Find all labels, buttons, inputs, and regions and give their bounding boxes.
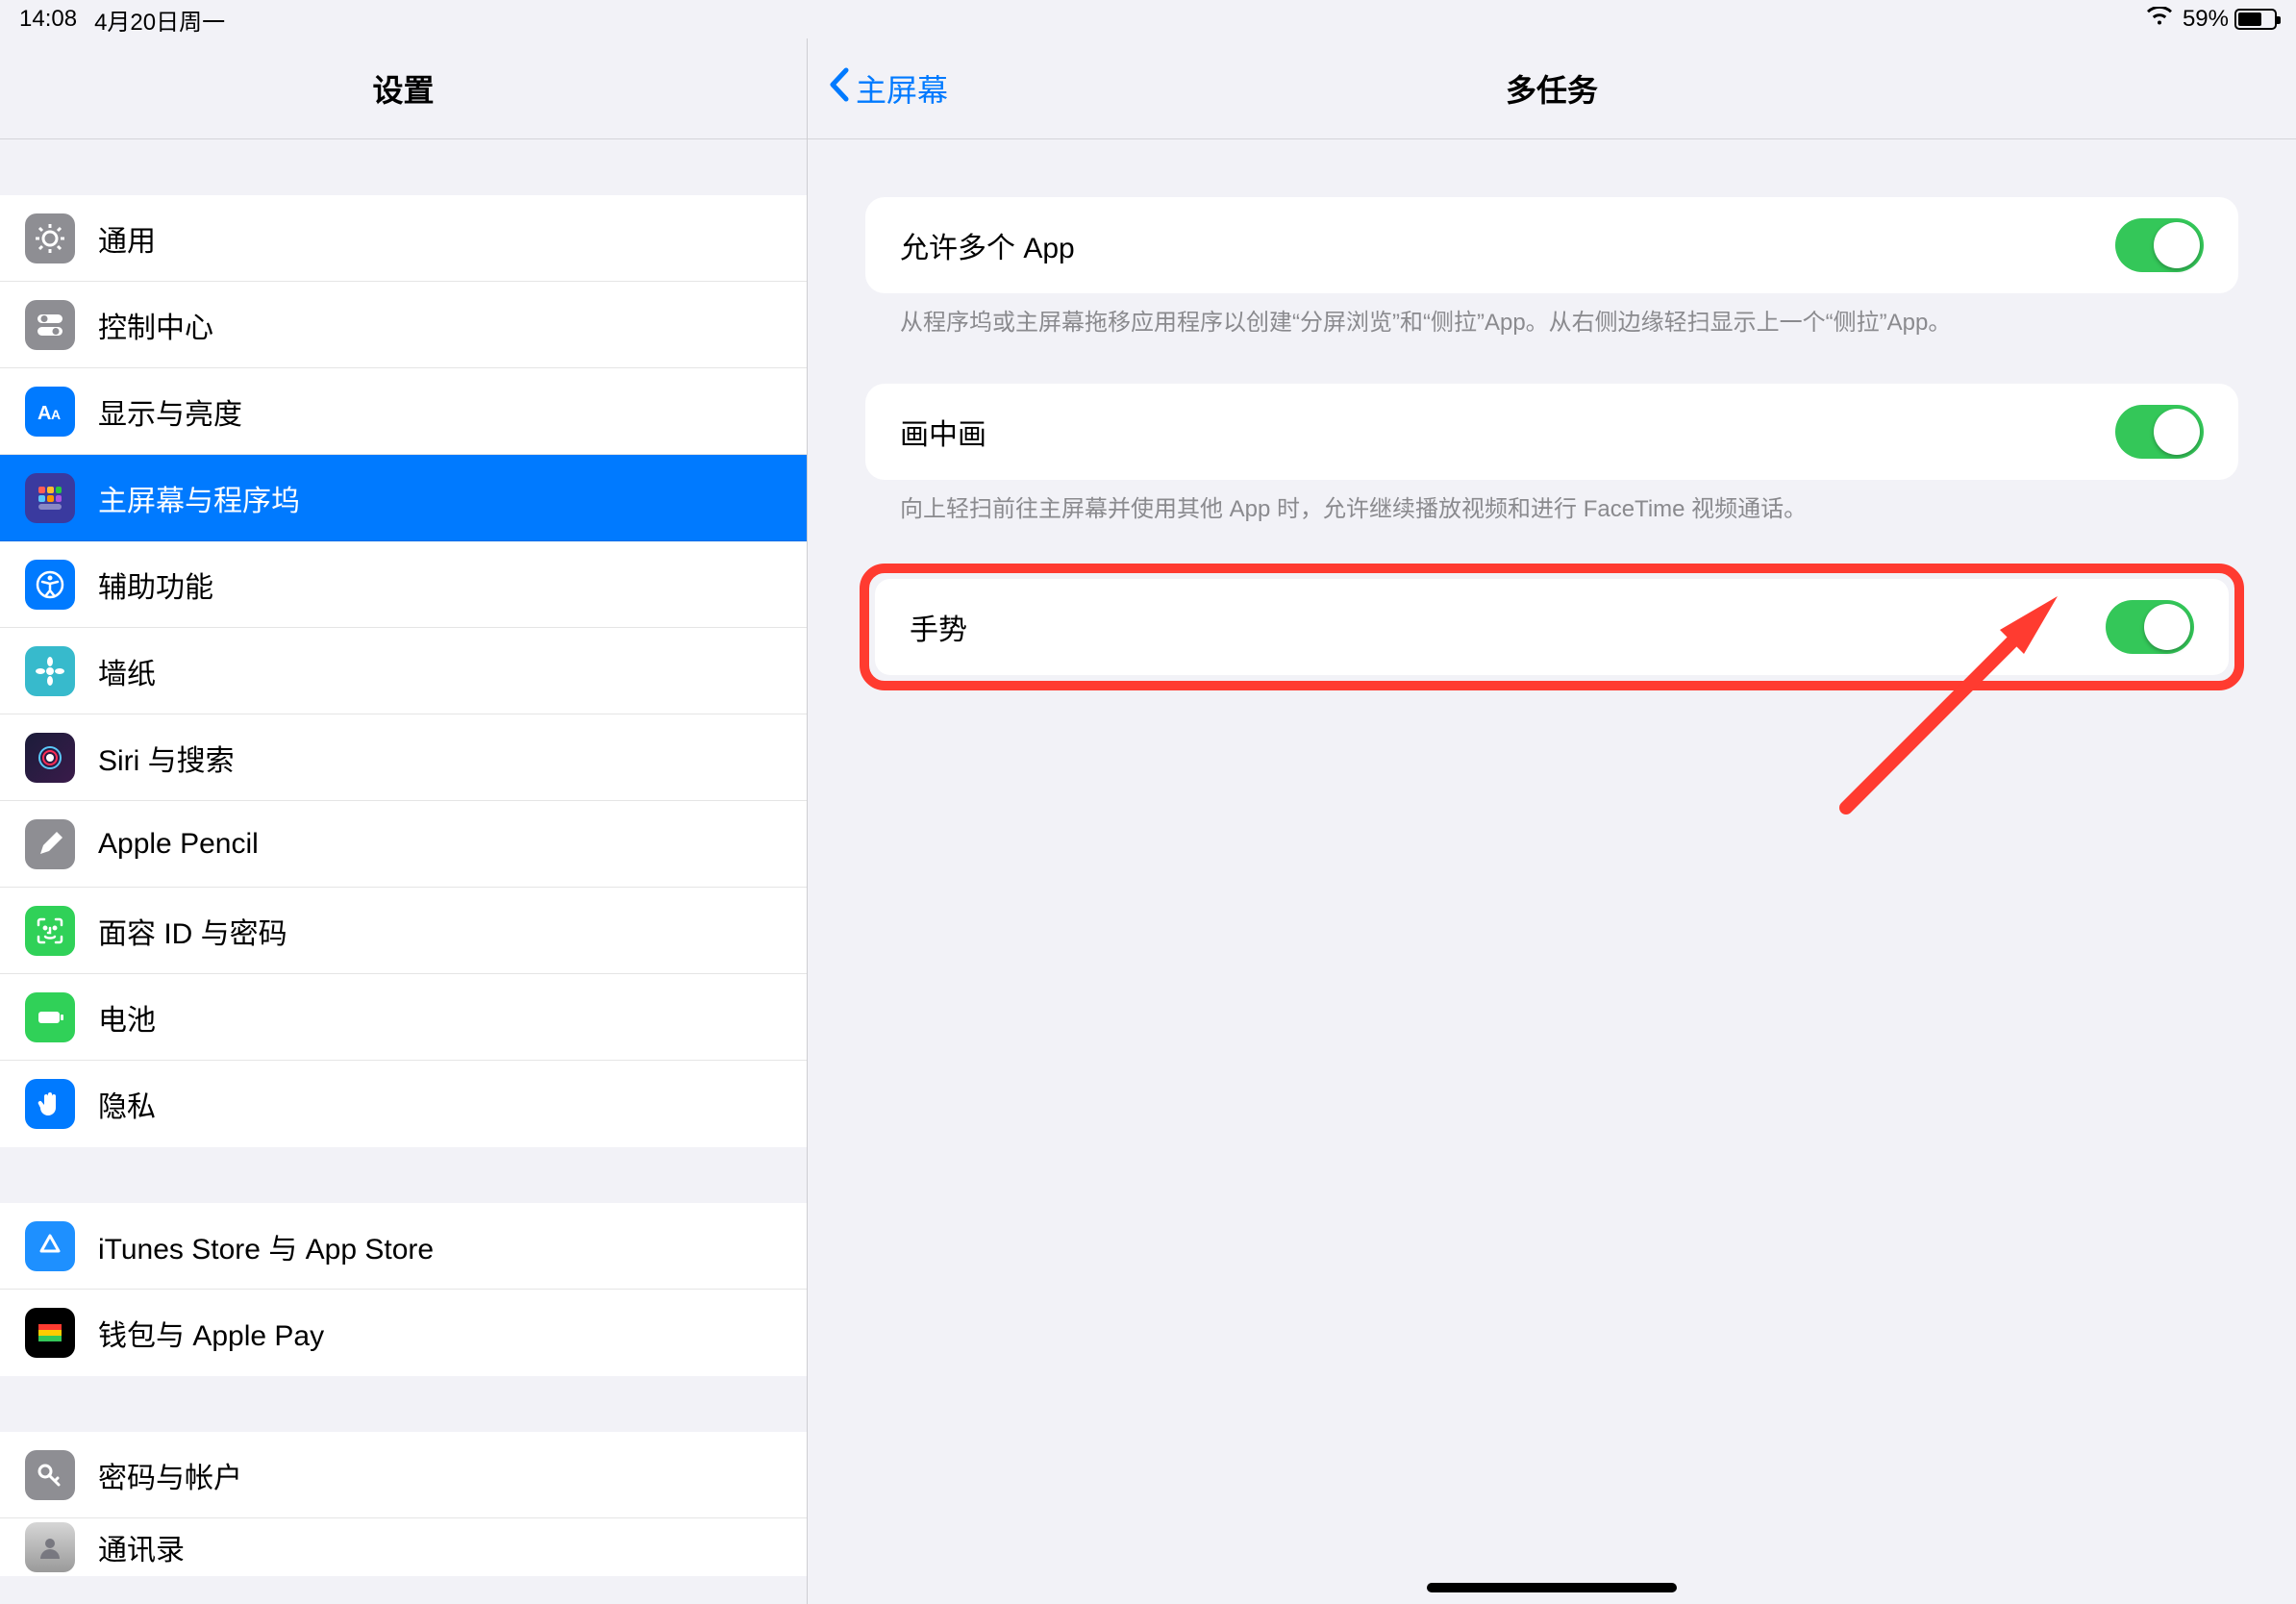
sidebar-group: iTunes Store 与 App Store 钱包与 Apple Pay bbox=[0, 1203, 807, 1376]
setting-description: 向上轻扫前往主屏幕并使用其他 App 时，允许继续播放视频和进行 FaceTim… bbox=[865, 480, 2238, 526]
sidebar-item-home-screen[interactable]: 主屏幕与程序坞 bbox=[0, 455, 807, 541]
sidebar-item-apple-pencil[interactable]: Apple Pencil bbox=[0, 801, 807, 888]
gear-icon bbox=[25, 213, 75, 263]
sidebar-item-itunes[interactable]: iTunes Store 与 App Store bbox=[0, 1203, 807, 1290]
sidebar-item-label: 钱包与 Apple Pay bbox=[98, 1312, 324, 1354]
sidebar-item-label: 通讯录 bbox=[98, 1526, 185, 1568]
setting-label: 画中画 bbox=[900, 411, 986, 453]
sidebar-item-general[interactable]: 通用 bbox=[0, 195, 807, 282]
battery-icon bbox=[25, 992, 75, 1042]
status-date: 4月20日周一 bbox=[94, 3, 225, 37]
faceid-icon bbox=[25, 906, 75, 956]
back-label: 主屏幕 bbox=[856, 66, 948, 111]
switch-on-icon bbox=[2115, 218, 2204, 272]
accessibility-icon bbox=[25, 560, 75, 610]
sidebar-item-label: 控制中心 bbox=[98, 304, 213, 346]
sidebar-item-label: 显示与亮度 bbox=[98, 390, 242, 433]
sidebar-title: 设置 bbox=[372, 66, 434, 111]
sidebar-item-label: 面容 ID 与密码 bbox=[98, 910, 287, 952]
back-button[interactable]: 主屏幕 bbox=[827, 66, 948, 111]
sidebar-item-display[interactable]: AA 显示与亮度 bbox=[0, 368, 807, 455]
sidebar-item-control-center[interactable]: 控制中心 bbox=[0, 282, 807, 368]
home-indicator[interactable] bbox=[1427, 1583, 1677, 1592]
sidebar-item-label: iTunes Store 与 App Store bbox=[98, 1225, 434, 1267]
svg-text:A: A bbox=[37, 403, 51, 424]
key-icon bbox=[25, 1450, 75, 1500]
status-time: 14:08 bbox=[19, 6, 77, 33]
switch-on-icon bbox=[2115, 405, 2204, 459]
wifi-icon bbox=[2146, 6, 2173, 33]
hand-icon bbox=[25, 1079, 75, 1129]
flower-icon bbox=[25, 646, 75, 696]
sidebar-item-label: 辅助功能 bbox=[98, 564, 213, 606]
sidebar-item-passwords[interactable]: 密码与帐户 bbox=[0, 1432, 807, 1518]
sidebar-item-wallet[interactable]: 钱包与 Apple Pay bbox=[0, 1290, 807, 1376]
sidebar-item-label: 主屏幕与程序坞 bbox=[98, 477, 300, 519]
pencil-icon bbox=[25, 819, 75, 869]
setting-description: 从程序坞或主屏幕拖移应用程序以创建“分屏浏览”和“侧拉”App。从右侧边缘轻扫显… bbox=[865, 293, 2238, 339]
setting-label: 手势 bbox=[910, 606, 967, 648]
detail-header: 主屏幕 多任务 bbox=[808, 38, 2296, 139]
sidebar-group: 通用 控制中心 AA 显示与亮度 bbox=[0, 195, 807, 1147]
sidebar-item-label: Apple Pencil bbox=[98, 828, 259, 861]
sidebar-item-label: 隐私 bbox=[98, 1083, 156, 1125]
sidebar-item-wallpaper[interactable]: 墙纸 bbox=[0, 628, 807, 714]
sidebar-item-label: 密码与帐户 bbox=[98, 1454, 242, 1496]
sidebar-item-label: 通用 bbox=[98, 217, 156, 260]
settings-sidebar: 设置 通用 控制中心 bbox=[0, 38, 808, 1604]
setting-allow-multiple-apps: 允许多个 App 从程序坞或主屏幕拖移应用程序以创建“分屏浏览”和“侧拉”App… bbox=[865, 197, 2238, 339]
sidebar-item-label: 电池 bbox=[98, 996, 156, 1039]
sidebar-item-label: Siri 与搜索 bbox=[98, 737, 235, 779]
setting-label: 允许多个 App bbox=[900, 224, 1075, 266]
sidebar-group: 密码与帐户 通讯录 bbox=[0, 1432, 807, 1576]
siri-icon bbox=[25, 733, 75, 783]
sidebar-item-contacts[interactable]: 通讯录 bbox=[0, 1518, 807, 1576]
status-bar: 14:08 4月20日周一 59% bbox=[0, 0, 2296, 38]
sidebar-scroll[interactable]: 通用 控制中心 AA 显示与亮度 bbox=[0, 139, 807, 1604]
sliders-icon bbox=[25, 300, 75, 350]
switch-on-icon bbox=[2106, 600, 2194, 654]
toggle-allow-multiple-apps[interactable] bbox=[2115, 218, 2204, 272]
detail-pane: 主屏幕 多任务 允许多个 App 从程序坞或主屏幕拖移应用程序以创建“分屏浏览”… bbox=[808, 38, 2296, 1604]
toggle-gestures[interactable] bbox=[2106, 600, 2194, 654]
setting-picture-in-picture: 画中画 向上轻扫前往主屏幕并使用其他 App 时，允许继续播放视频和进行 Fac… bbox=[865, 384, 2238, 526]
battery-icon bbox=[2234, 9, 2277, 30]
sidebar-item-siri[interactable]: Siri 与搜索 bbox=[0, 714, 807, 801]
sidebar-item-accessibility[interactable]: 辅助功能 bbox=[0, 541, 807, 628]
chevron-left-icon bbox=[827, 66, 852, 111]
battery-percent: 59% bbox=[2183, 6, 2229, 33]
sidebar-item-privacy[interactable]: 隐私 bbox=[0, 1061, 807, 1147]
appstore-icon bbox=[25, 1221, 75, 1271]
page-title: 多任务 bbox=[808, 66, 2296, 111]
highlight-annotation: 手势 bbox=[860, 564, 2244, 690]
text-size-icon: AA bbox=[25, 387, 75, 437]
sidebar-item-label: 墙纸 bbox=[98, 650, 156, 692]
contacts-icon bbox=[25, 1522, 75, 1572]
app-grid-icon bbox=[25, 473, 75, 523]
wallet-icon bbox=[25, 1308, 75, 1358]
toggle-picture-in-picture[interactable] bbox=[2115, 405, 2204, 459]
sidebar-item-faceid[interactable]: 面容 ID 与密码 bbox=[0, 888, 807, 974]
svg-text:A: A bbox=[51, 407, 61, 422]
sidebar-header: 设置 bbox=[0, 38, 807, 139]
setting-gestures: 手势 bbox=[865, 564, 2238, 690]
sidebar-item-battery[interactable]: 电池 bbox=[0, 974, 807, 1061]
